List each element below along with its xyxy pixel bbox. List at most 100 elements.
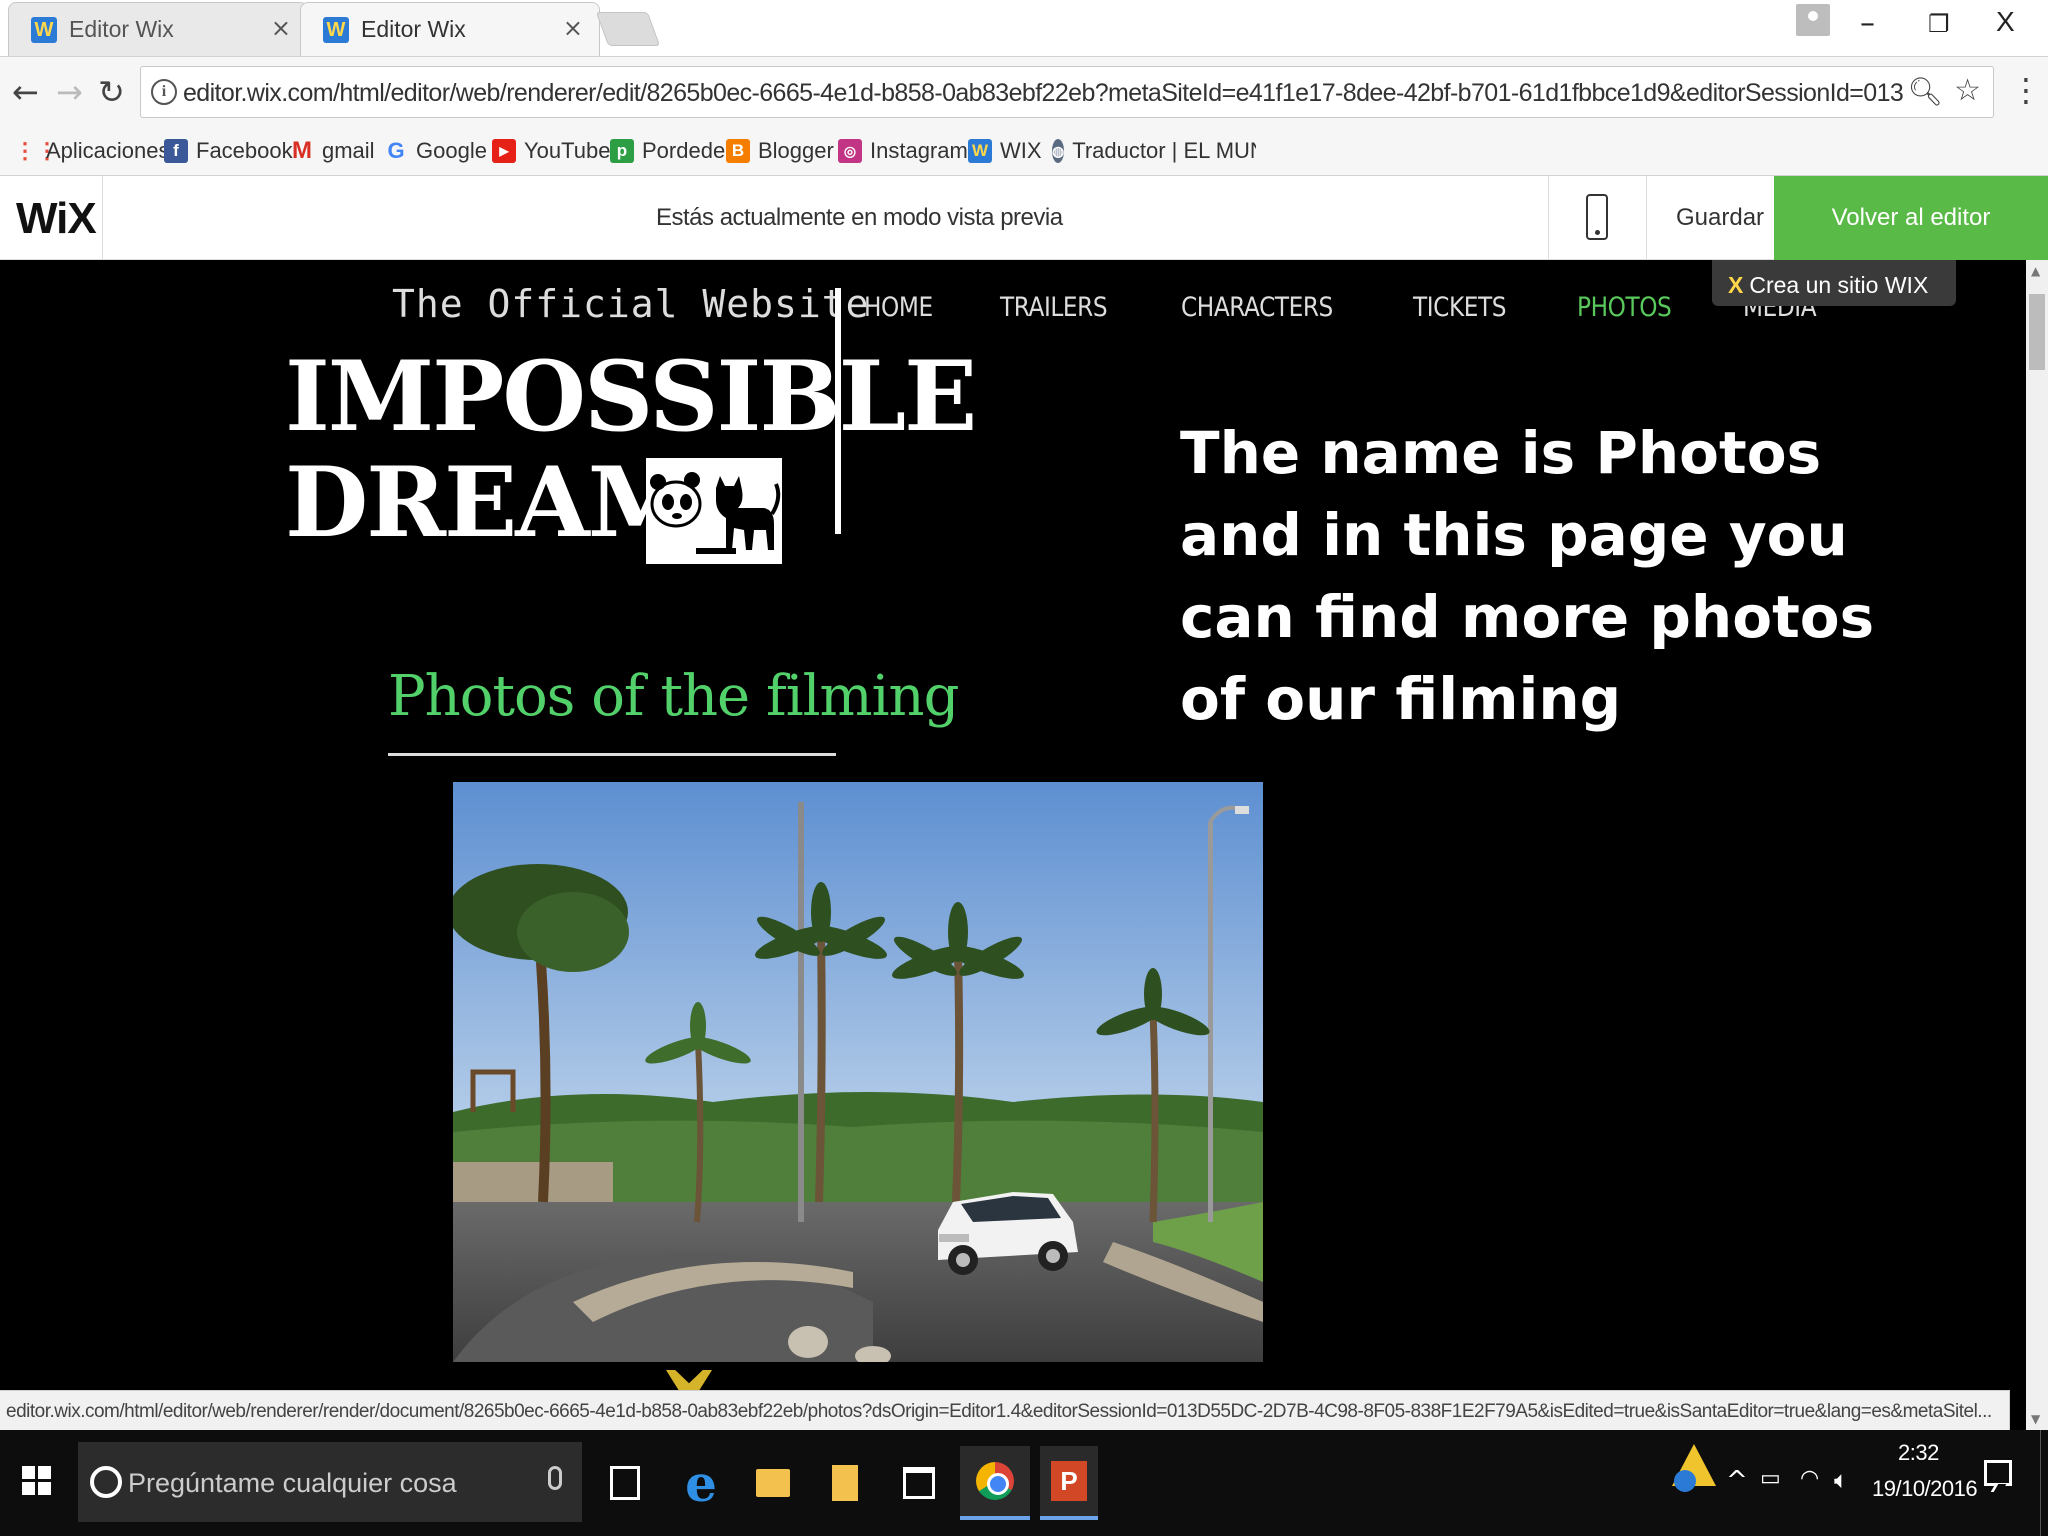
close-window-button[interactable]: X [1996,6,2015,38]
chrome-app[interactable] [960,1446,1030,1520]
bookmark-wix[interactable]: W WIX [968,135,1042,167]
panda-cat-logo-image [646,458,782,564]
cortana-icon [90,1466,122,1498]
folder-icon [756,1469,790,1497]
wix-x-icon: X [1728,272,1744,298]
browser-toolbar: ← → ↻ i editor.wix.com/html/editor/web/r… [0,56,2048,128]
site-tagline: The Official Website [392,282,870,326]
tab-title: Editor Wix [361,16,466,42]
clock-time[interactable]: 2:32 [1898,1440,1939,1466]
action-center-icon[interactable] [1984,1460,2012,1486]
new-tab-button[interactable] [595,12,661,46]
minimize-button[interactable]: – [1860,6,1875,41]
bookmark-label: YouTube [524,138,611,163]
nav-characters[interactable]: CHARACTERS [1181,292,1333,323]
browser-tabstrip: W Editor Wix × W Editor Wix × – ❐ X [0,0,2048,56]
user-profile-icon[interactable] [1796,4,1830,36]
bookmark-pordede[interactable]: p Pordede [610,135,725,167]
bookmark-gmail[interactable]: M gmail [290,135,375,167]
volume-icon[interactable]: 🔈︎ [1834,1466,1848,1494]
windows-start-icon[interactable] [22,1466,52,1496]
file-explorer-app[interactable] [746,1446,800,1520]
bookmark-aplicaciones[interactable]: ⋮⋮ Aplicaciones [14,135,170,167]
tab-title: Editor Wix [69,16,174,42]
tray-chevron-icon[interactable]: ^ [1726,1466,1748,1496]
scroll-down-arrow-icon[interactable]: ▼ [2031,1412,2040,1426]
site-logo-line2: DREAM [285,446,694,559]
mobile-view-icon[interactable] [1586,194,1608,240]
info-icon[interactable]: i [151,79,177,105]
wifi-icon[interactable]: ◠ [1800,1466,1819,1491]
bookmark-label: Aplicaciones [46,138,170,163]
powerpoint-icon: P [1051,1461,1087,1501]
scroll-thumb[interactable] [2029,294,2045,370]
create-wix-site-banner[interactable]: X Crea un sitio WIX [1712,260,1956,306]
wix-favicon-icon: W [31,17,57,43]
bookmark-label: Facebook [196,138,293,163]
divider [102,176,103,260]
wix-logo: WiX [16,194,97,243]
site-preview: The Official Website IMPOSSIBLE DREAM HO… [0,260,2026,1362]
youtube-icon: ▶ [492,139,516,163]
bookmark-label: Google [416,138,487,163]
screen: W Editor Wix × W Editor Wix × – ❐ X ← → … [0,0,2048,1536]
save-button[interactable]: Guardar [1676,204,1764,232]
tab-close-icon[interactable]: × [271,14,291,42]
restore-button[interactable]: ❐ [1928,10,1950,38]
address-bar[interactable]: i editor.wix.com/html/editor/web/rendere… [140,66,1994,118]
browser-tab-1[interactable]: W Editor Wix × [8,2,308,56]
annotation-text: The name is Photos and in this page you … [1180,419,1875,733]
cortana-search-box[interactable]: Pregúntame cualquier cosa [78,1442,582,1522]
files-icon [832,1465,858,1501]
show-desktop-button[interactable] [2040,1430,2048,1536]
pordede-icon: p [610,139,634,163]
globe-icon: ◍ [1052,139,1065,163]
windows-taskbar: Pregúntame cualquier cosa e P ^ ▭ ◠ 🔈︎ 2… [0,1430,2048,1536]
page-scrollbar[interactable]: ▲ ▼ [2026,260,2048,1430]
store-icon [903,1467,935,1499]
link-status-bar: editor.wix.com/html/editor/web/renderer/… [0,1390,2010,1430]
facebook-icon: f [164,139,188,163]
site-logo-line1: IMPOSSIBLE [285,340,977,453]
edge-app[interactable]: e [674,1446,728,1520]
bookmark-google[interactable]: G Google [384,135,487,167]
nav-tickets[interactable]: TICKETS [1413,292,1506,323]
bookmark-star-icon[interactable]: ☆ [1954,73,1981,108]
nav-photos[interactable]: PHOTOS [1577,292,1672,323]
bookmark-youtube[interactable]: ▶ YouTube [492,135,610,167]
heading-underline [388,753,836,756]
browser-menu-icon[interactable]: ⋮ [2010,71,2042,109]
powerpoint-app[interactable]: P [1040,1446,1098,1520]
documents-app[interactable] [818,1446,872,1520]
page-heading: Photos of the filming [388,664,959,729]
zoom-icon[interactable]: 🔍︎ [1907,75,1943,108]
bookmark-traductor[interactable]: ◍ Traductor | EL MUNDO [1052,135,1256,167]
wix-favicon-icon: W [323,17,349,43]
clock-date[interactable]: 19/10/2016 [1872,1476,1978,1502]
task-view-icon [610,1466,640,1500]
browser-tab-2[interactable]: W Editor Wix × [300,2,600,56]
microphone-icon[interactable] [548,1466,562,1490]
task-view-button[interactable] [598,1446,652,1520]
edge-icon: e [685,1453,717,1513]
wix-preview-bar: WiX Estás actualmente en modo vista prev… [0,176,2048,260]
nav-home[interactable]: HOME [864,292,933,323]
filming-photo [453,782,1263,1362]
bookmark-instagram[interactable]: ◎ Instagram [838,135,968,167]
bookmark-label: Pordede [642,138,726,163]
back-to-editor-button[interactable]: Volver al editor [1774,176,2048,260]
reload-icon[interactable]: ↻ [98,73,125,111]
tab-close-icon[interactable]: × [563,14,583,42]
forward-arrow-icon[interactable]: → [56,73,83,111]
divider [1548,176,1549,260]
battery-icon[interactable]: ▭ [1760,1466,1781,1491]
bookmark-label: Instagram [870,138,968,163]
back-arrow-icon[interactable]: ← [12,73,39,111]
status-url: editor.wix.com/html/editor/web/renderer/… [6,1401,1992,1422]
store-app[interactable] [892,1446,946,1520]
scroll-up-arrow-icon[interactable]: ▲ [2031,264,2040,278]
bookmark-label: Traductor | EL MUNDO [1072,138,1256,163]
nav-trailers[interactable]: TRAILERS [1000,292,1108,323]
bookmark-blogger[interactable]: B Blogger [726,135,834,167]
bookmark-facebook[interactable]: f Facebook [164,135,293,167]
